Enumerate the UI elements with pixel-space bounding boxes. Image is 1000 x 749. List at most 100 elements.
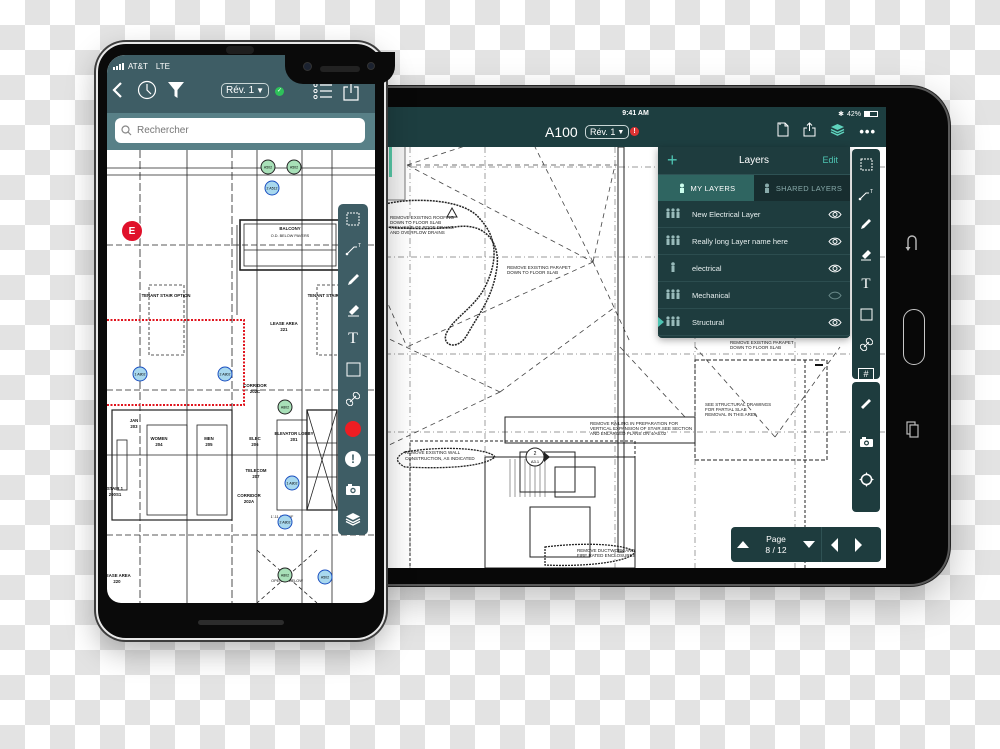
plan-note: FIRE RATED ENCLOSURES: [577, 553, 636, 558]
triangle-right-icon: [854, 537, 862, 552]
next-sheet-button[interactable]: [846, 527, 870, 562]
rectangle-tool[interactable]: [852, 299, 880, 329]
plan-callout-tag[interactable]: 2 A802: [217, 366, 233, 382]
recent-apps-hardware-icon[interactable]: [906, 421, 920, 439]
history-icon: [137, 80, 157, 100]
compass-tool[interactable]: [852, 463, 880, 496]
pencil-tool[interactable]: [338, 264, 368, 294]
edit-layers-button[interactable]: Edit: [822, 155, 838, 165]
visibility-toggle[interactable]: [820, 318, 850, 327]
plan-callout-tag[interactable]: 2 A802: [277, 514, 293, 530]
highlighter-tool[interactable]: [852, 239, 880, 269]
home-indicator[interactable]: [198, 620, 284, 625]
chevron-down-icon: ▼: [256, 86, 265, 95]
layer-name: Structural: [692, 317, 725, 327]
svg-text:T: T: [358, 243, 361, 249]
highlighter-icon: [861, 250, 871, 261]
text-tool[interactable]: T: [338, 324, 368, 354]
plan-callout-tag[interactable]: A502: [260, 159, 276, 175]
ruler-tool[interactable]: [852, 387, 880, 420]
filter-button[interactable]: [167, 81, 185, 104]
carrier-label: AT&T: [128, 62, 148, 71]
front-camera-icon: [367, 62, 375, 70]
issue-tool[interactable]: !: [338, 444, 368, 474]
layers-tool[interactable]: [338, 504, 368, 534]
layer-row[interactable]: Really long Layer name here: [658, 228, 850, 255]
svg-text:1 A802: 1 A802: [287, 482, 298, 486]
list-button[interactable]: [313, 82, 333, 105]
tab-label: MY LAYERS: [690, 183, 736, 193]
previous-page-button[interactable]: [731, 527, 755, 562]
plan-callout-tag[interactable]: 1 A802: [132, 366, 148, 382]
tab-shared-layers[interactable]: SHARED LAYERS: [754, 175, 850, 201]
home-hardware-button[interactable]: [903, 309, 925, 365]
room-label: JAN 203: [130, 418, 139, 429]
plan-callout-tag[interactable]: A802: [277, 567, 293, 583]
front-camera-icon: [303, 62, 312, 71]
layer-row[interactable]: electrical: [658, 255, 850, 282]
plan-callout-tag[interactable]: A502: [317, 569, 333, 585]
select-rectangle-tool[interactable]: [852, 149, 880, 179]
next-page-button[interactable]: [797, 527, 821, 562]
eye-icon: [828, 210, 842, 218]
color-picker[interactable]: [338, 414, 368, 444]
eye-icon: [828, 318, 842, 326]
highlighter-tool[interactable]: [338, 294, 368, 324]
revision-dropdown[interactable]: Rév. 1 ▼: [221, 83, 270, 98]
select-rectangle-tool[interactable]: [338, 204, 368, 234]
markup-marker-e[interactable]: E: [121, 220, 143, 242]
visibility-toggle[interactable]: [820, 264, 850, 273]
revision-dropdown[interactable]: Rév. 1 ▼: [585, 125, 630, 139]
document-icon[interactable]: [777, 122, 789, 142]
red-dot-icon: [345, 421, 361, 437]
link-tool[interactable]: [852, 329, 880, 359]
plan-callout-tag[interactable]: A502: [286, 159, 302, 175]
visibility-toggle[interactable]: [820, 237, 850, 246]
page-label: Page: [766, 533, 786, 544]
network-label: LTE: [155, 62, 170, 71]
share-icon[interactable]: [803, 122, 816, 142]
visibility-toggle[interactable]: [820, 210, 850, 219]
group-icon: [658, 289, 688, 301]
visibility-toggle[interactable]: [820, 291, 850, 300]
back-hardware-icon[interactable]: [904, 233, 920, 253]
layer-row[interactable]: New Electrical Layer: [658, 201, 850, 228]
room-label: MEN 205: [204, 436, 214, 447]
plan-callout-tag[interactable]: 2 A512: [264, 180, 280, 196]
link-icon: [346, 392, 360, 406]
text-icon: T: [348, 330, 358, 347]
link-tool[interactable]: [338, 384, 368, 414]
layers-icon[interactable]: [830, 123, 845, 141]
more-icon[interactable]: •••: [859, 125, 876, 138]
pencil-tool[interactable]: [852, 209, 880, 239]
revision-alert-icon[interactable]: !: [630, 127, 639, 136]
room-label: STAIR 1 200S1: [107, 486, 124, 497]
arrow-text-tool[interactable]: T: [852, 179, 880, 209]
tablet-screen: REMOVE EXISTING ROOFING DOWN TO FLOOR SL…: [385, 107, 886, 568]
tab-my-layers[interactable]: MY LAYERS: [658, 175, 754, 201]
previous-sheet-button[interactable]: [822, 527, 846, 562]
room-label: LEASE AREA 221: [270, 321, 298, 332]
history-button[interactable]: [137, 80, 157, 105]
search-field[interactable]: [115, 118, 365, 143]
arrow-text-tool[interactable]: T: [338, 234, 368, 264]
phone-notch: [285, 52, 395, 84]
page-indicator: Page 8 / 12: [755, 534, 797, 556]
rectangle-tool[interactable]: [338, 354, 368, 384]
link-icon: [859, 337, 873, 351]
text-tool[interactable]: T: [852, 269, 880, 299]
layer-row[interactable]: Structural: [658, 309, 850, 336]
search-input[interactable]: [137, 125, 337, 136]
plan-callout-tag[interactable]: 1 A802: [284, 475, 300, 491]
plan-note: AND OVERFLOW DRAINS: [390, 230, 445, 235]
svg-text:2 A512: 2 A512: [267, 187, 278, 191]
select-rectangle-icon: [860, 158, 872, 170]
back-button[interactable]: [111, 81, 125, 104]
page-navigator: Page 8 / 12: [731, 527, 881, 562]
plan-callout-tag[interactable]: A802: [277, 399, 293, 415]
camera-tool[interactable]: [338, 474, 368, 504]
camera-tool[interactable]: [852, 425, 880, 458]
tablet-header: 9:41 AM ✱ 42% A100 Rév. 1 ▼ ! •••: [385, 107, 886, 147]
select-rectangle-icon: [346, 212, 360, 226]
layer-row[interactable]: Mechanical: [658, 282, 850, 309]
